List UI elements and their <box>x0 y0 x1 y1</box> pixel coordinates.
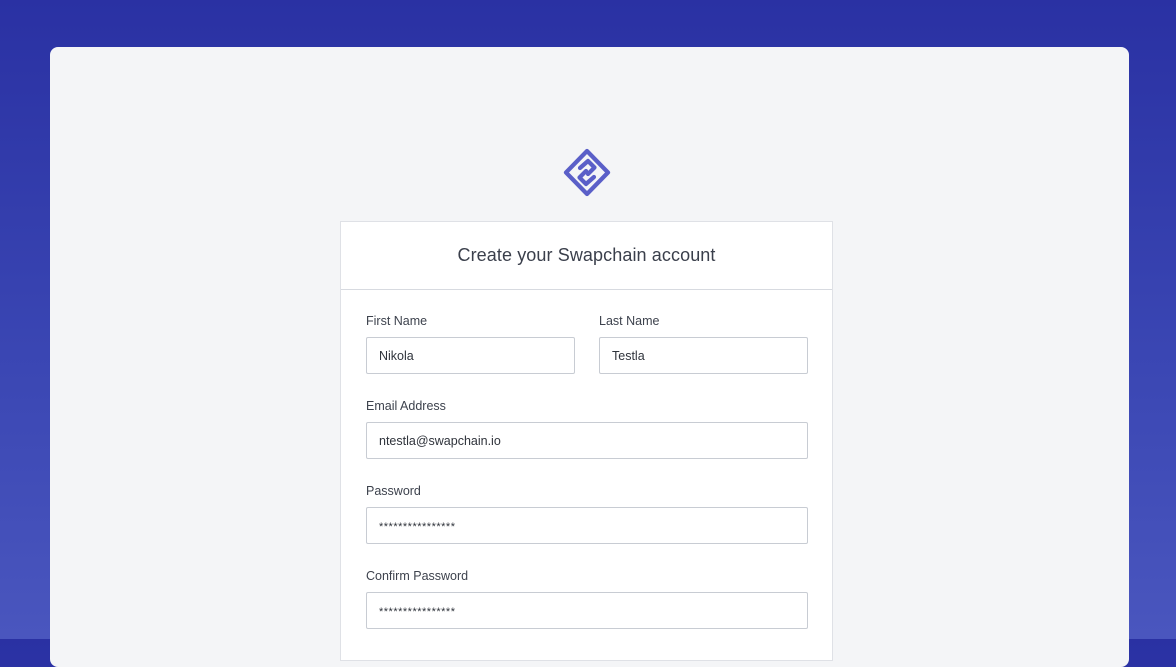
first-name-field[interactable]: Nikola <box>366 337 575 374</box>
confirm-password-field[interactable]: **************** <box>366 592 808 629</box>
email-field[interactable]: ntestla@swapchain.io <box>366 422 808 459</box>
password-label: Password <box>366 484 421 498</box>
password-field[interactable]: **************** <box>366 507 808 544</box>
email-label: Email Address <box>366 399 446 413</box>
signup-card: Create your Swapchain account First Name… <box>340 221 833 661</box>
swapchain-logo-icon <box>563 148 611 198</box>
last-name-label: Last Name <box>599 314 660 328</box>
last-name-field[interactable]: Testla <box>599 337 808 374</box>
first-name-label: First Name <box>366 314 428 328</box>
confirm-password-label: Confirm Password <box>366 569 469 583</box>
card-header: Create your Swapchain account <box>341 222 832 290</box>
card-title: Create your Swapchain account <box>457 245 716 265</box>
